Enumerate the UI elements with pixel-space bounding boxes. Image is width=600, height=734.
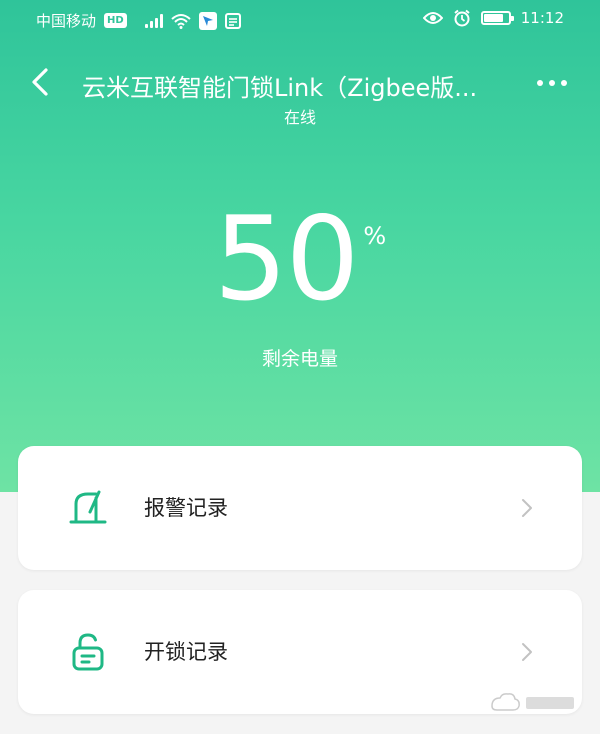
device-title: 云米互联智能门锁Link（Zigbee版... [82,74,478,102]
battery-fill [483,14,503,22]
unlock-record-icon [72,633,104,671]
more-dot [561,80,567,86]
status-time: 11:12 [520,9,564,27]
eye-icon [422,12,443,24]
percent-unit: % [363,222,387,250]
online-status: 在线 [283,108,316,127]
watermark-logo [491,693,574,711]
chevron-right-icon [522,499,532,517]
alarm-icon [454,9,470,27]
carrier-name: 中国移动 [36,12,97,30]
status-bar: 中国移动 HD 11:12 [0,0,600,40]
chevron-right-icon [522,643,532,661]
signal-icon [144,13,163,28]
unlock-record-label: 开锁记录 [144,640,228,664]
more-button[interactable] [530,68,574,98]
remaining-battery-label: 剩余电量 [261,348,338,370]
alarm-record-item[interactable]: 报警记录 [18,446,582,570]
status-right: 11:12 [422,9,564,27]
message-icon [224,12,241,29]
back-button[interactable] [20,62,60,102]
wifi-icon [171,13,191,29]
battery-icon [480,11,514,25]
back-arrow-icon [32,68,48,96]
alarm-record-icon [69,490,107,524]
alarm-record-label: 报警记录 [144,496,228,520]
more-dot [549,80,555,86]
battery-percentage-value: 50 [213,192,360,327]
app-notification-icon [198,11,217,30]
status-left: 中国移动 HD [36,10,241,31]
battery-readout: 50% [0,200,600,320]
hd-badge: HD [104,13,127,28]
more-dots-icon [537,80,543,86]
navigation-bar: 云米互联智能门锁Link（Zigbee版... 在线 [0,56,600,127]
